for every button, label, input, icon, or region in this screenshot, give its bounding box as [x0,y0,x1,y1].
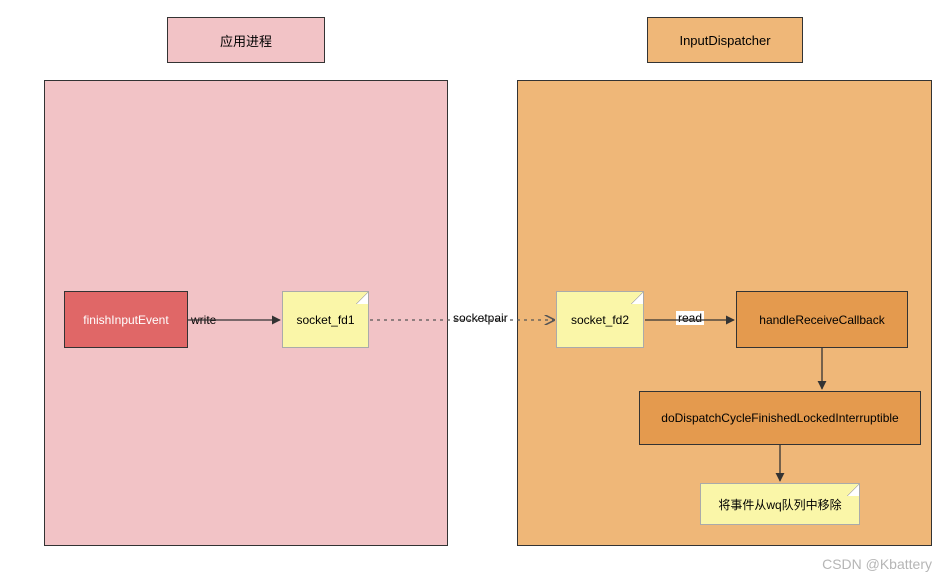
finish-input-event-label: finishInputEvent [83,313,168,327]
left-header: 应用进程 [167,17,325,63]
socketpair-label: socketpair [451,311,510,325]
handle-receive-callback-node: handleReceiveCallback [736,291,908,348]
socket-fd2-label: socket_fd2 [571,313,629,327]
socket-fd2-note: socket_fd2 [556,291,644,348]
right-header-label: InputDispatcher [679,33,770,48]
watermark: CSDN @Kbattery [822,556,932,572]
remove-wq-label: 将事件从wq队列中移除 [718,496,841,513]
do-dispatch-cycle-node: doDispatchCycleFinishedLockedInterruptib… [639,391,921,445]
remove-wq-note: 将事件从wq队列中移除 [700,483,860,525]
handle-receive-callback-label: handleReceiveCallback [759,313,884,327]
right-header: InputDispatcher [647,17,803,63]
left-header-label: 应用进程 [220,31,272,50]
socket-fd1-note: socket_fd1 [282,291,369,348]
read-label: read [676,311,704,325]
do-dispatch-cycle-label: doDispatchCycleFinishedLockedInterruptib… [661,411,898,425]
socket-fd1-label: socket_fd1 [296,313,354,327]
finish-input-event-node: finishInputEvent [64,291,188,348]
write-label: write [189,313,218,327]
